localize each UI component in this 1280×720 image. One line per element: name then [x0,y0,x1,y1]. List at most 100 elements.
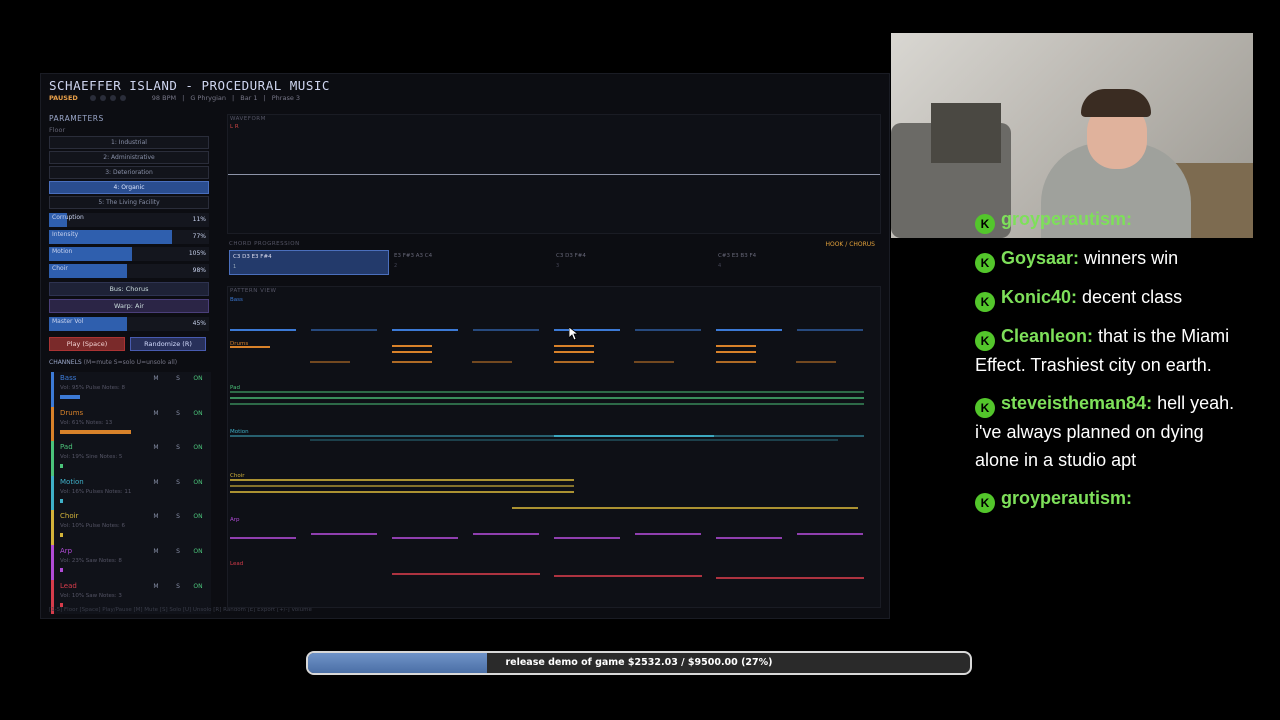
on-toggle[interactable]: ON [192,443,204,452]
note-segment [311,329,377,331]
chord-slot[interactable]: C3 D3 F#4 3 [553,250,713,275]
channel-strip-arp[interactable]: Arp Vol: 23% Saw Notes: 8 M S ON [51,544,211,580]
play-button[interactable]: Play (Space) [49,337,125,351]
chord-progression-title: CHORD PROGRESSION [229,241,300,247]
badge-icon: K [975,331,995,351]
channel-meta: Vol: 16% Pulses Notes: 11 [60,488,132,495]
floor-button-1[interactable]: 1: Industrial [49,136,209,149]
section-label: HOOK / CHORUS [825,241,875,248]
channel-meta: Vol: 95% Pulse Notes: 8 [60,385,126,391]
channel-name: Lead [60,581,77,590]
solo-button[interactable]: S [172,512,184,521]
track-label-lead: Lead [230,561,244,567]
chat-username[interactable]: steveistheman84: [1001,393,1152,413]
note-segment [716,329,782,331]
note-segment [797,329,863,331]
floor-button-3[interactable]: 3: Deterioration [49,166,209,179]
mute-button[interactable]: M [150,582,162,591]
channel-strip-choir[interactable]: Choir Vol: 10% Pulse Notes: 6 M S ON [51,510,211,545]
goal-text: release demo of game $2532.03 / $9500.00… [505,657,773,668]
note-segment [392,537,458,539]
channel-level-bar [60,395,80,399]
floor-button-4[interactable]: 4: Organic [49,181,209,194]
bus-chorus-button[interactable]: Bus: Chorus [49,282,209,296]
on-toggle[interactable]: ON [192,512,204,521]
note-segment [554,329,620,331]
choir-slider[interactable]: Choir 98% [49,264,209,278]
corruption-slider[interactable]: Corruption 11% [49,213,209,227]
solo-button[interactable]: S [172,443,184,452]
motion-slider[interactable]: Motion 105% [49,247,209,261]
note-segment [635,329,701,331]
note-segment [473,533,539,535]
note-segment [230,329,296,331]
chord-slot[interactable]: C3 D3 E3 F#4 1 [229,250,389,275]
mute-button[interactable]: M [150,512,162,521]
note-segment [392,345,432,347]
note-segment [392,573,540,575]
chat-message: K Goysaar: winners win [975,244,1235,273]
chat-username[interactable]: groyperautism: [1001,209,1132,229]
channel-strip-drums[interactable]: Drums Vol: 61% Notes: 13 M S ON [51,406,211,442]
parameters-panel: PARAMETERS Floor 1: Industrial 2: Admini… [49,114,211,351]
note-segment [634,361,674,363]
note-segment [716,537,782,539]
on-toggle[interactable]: ON [192,374,204,383]
waveform-title: WAVEFORM [230,116,266,122]
channel-name: Pad [60,443,73,452]
channel-name: Arp [60,546,73,555]
mute-button[interactable]: M [150,478,162,487]
master-volume-slider[interactable]: Master Vol 45% [49,317,209,331]
channel-level-bar [60,464,63,469]
on-toggle[interactable]: ON [192,409,204,418]
channel-strip-pad[interactable]: Pad Vol: 19% Sine Notes: 5 M S ON [51,441,211,476]
on-toggle[interactable]: ON [192,582,204,591]
solo-button[interactable]: S [172,582,184,591]
chord-slot[interactable]: C#3 E3 B3 F4 4 [715,250,875,275]
note-segment [554,537,620,539]
channel-name: Motion [60,477,84,486]
solo-button[interactable]: S [172,374,184,383]
mute-button[interactable]: M [150,374,162,383]
track-label-bass: Bass [230,297,243,303]
phrase-counter: Phrase 3 [271,94,301,102]
solo-button[interactable]: S [172,409,184,418]
track-label-arp: Arp [230,517,240,523]
parameters-title: PARAMETERS [49,114,104,123]
chat-message: Kgroyperautism: [975,484,1235,513]
on-toggle[interactable]: ON [192,547,204,556]
note-segment [716,577,864,579]
mute-button[interactable]: M [150,409,162,418]
channel-strip-bass[interactable]: Bass Vol: 95% Pulse Notes: 8 M S ON [51,372,211,407]
mouse-cursor-icon [569,327,579,341]
floor-button-5[interactable]: 5: The Living Facility [49,196,209,209]
floor-button-2[interactable]: 2: Administrative [49,151,209,164]
channel-name: Bass [60,374,77,382]
chat-message: Kgroyperautism: [975,205,1235,234]
chat-username[interactable]: Cleanleon: [1001,326,1093,346]
badge-icon: K [975,398,995,418]
note-segment [554,361,594,363]
randomize-button[interactable]: Randomize (R) [130,337,206,351]
channel-meta: Vol: 61% Notes: 13 [60,419,113,426]
on-toggle[interactable]: ON [192,478,204,487]
channel-strip-motion[interactable]: Motion Vol: 16% Pulses Notes: 11 M S ON [51,475,211,511]
beat-dot [89,95,96,101]
warp-air-button[interactable]: Warp: Air [49,299,209,313]
note-segment [230,397,864,399]
note-segment [392,329,458,331]
chat-username[interactable]: Goysaar: [1001,248,1079,268]
tempo: 98 BPM [151,94,177,102]
note-segment [472,361,512,363]
chat-username[interactable]: groyperautism: [1001,488,1132,508]
chat-username[interactable]: Konic40: [1001,287,1077,307]
intensity-slider[interactable]: Intensity 77% [49,230,209,244]
solo-button[interactable]: S [172,478,184,487]
mute-button[interactable]: M [150,547,162,556]
chord-slot[interactable]: E3 F#3 A3 C4 2 [391,250,551,275]
badge-icon: K [975,214,995,234]
solo-button[interactable]: S [172,547,184,556]
chord-progression-panel: CHORD PROGRESSION HOOK / CHORUS C3 D3 E3… [227,240,881,278]
note-segment [230,479,574,481]
mute-button[interactable]: M [150,443,162,452]
